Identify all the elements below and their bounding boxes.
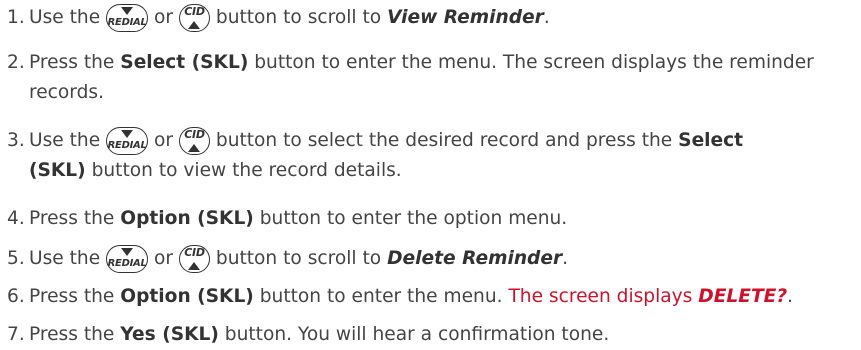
step-text: button to enter the menu. [259,286,503,307]
step-text: Press the [29,324,115,345]
redial-down-button-icon: REDIAL [106,244,149,273]
step-text-continued: records. [29,82,104,103]
step-3: 3. Use the REDIAL or CID button to select… [7,126,857,186]
step-2: 2. Press the Select (SKL) button to enter… [7,48,857,108]
step-text: or [154,7,174,28]
screen-message-delete: DELETE? [698,286,788,307]
step-text: button to enter the option menu. [259,208,568,229]
step-number: 2. [7,52,25,73]
redial-down-button-icon: REDIAL [106,3,149,32]
step-number: 6. [7,286,25,307]
step-text: Press the [29,52,115,73]
key-name: Select [678,130,744,151]
key-name: Yes (SKL) [120,324,219,345]
step-5: 5. Use the REDIAL or CID button to scroll… [7,244,857,274]
step-number: 3. [7,130,25,151]
redial-down-button-icon: REDIAL [106,126,149,155]
step-4: 4. Press the Option (SKL) button to enter… [7,204,857,234]
key-name: Select (SKL) [120,52,249,73]
step-text: Press the [29,286,115,307]
step-text: button to enter the menu. The screen dis… [254,52,814,73]
step-number: 7. [7,324,25,345]
cid-up-button-icon: CID [178,3,210,32]
menu-item-delete-reminder: Delete Reminder [387,248,563,269]
step-number: 4. [7,208,25,229]
step-6: 6. Press the Option (SKL) button to enter… [7,282,857,312]
step-text: or [154,130,174,151]
step-text: Use the [29,248,101,269]
step-1: 1. Use the REDIAL or CID button to scroll… [7,3,857,33]
redial-label: REDIAL [107,16,147,28]
step-number: 5. [7,248,25,269]
key-name: Option (SKL) [120,286,254,307]
cid-label: CID [184,127,205,141]
step-text: button. You will hear a confirmation ton… [224,324,610,345]
cid-up-button-icon: CID [178,244,210,273]
step-text: button to scroll to [215,7,382,28]
cid-label: CID [184,4,205,18]
step-7: 7. Press the Yes (SKL) button. You will h… [7,320,857,350]
step-text-continued: button to view the record details. [91,160,402,181]
cid-up-button-icon: CID [178,126,210,155]
redial-label: REDIAL [107,257,147,269]
screen-display-note: The screen displays [508,286,693,307]
step-text: Press the [29,208,115,229]
key-name-continued: (SKL) [29,160,86,181]
key-name: Option (SKL) [120,208,254,229]
step-text: button to scroll to [215,248,382,269]
step-text: Use the [29,130,101,151]
step-text: Use the [29,7,101,28]
step-number: 1. [7,7,25,28]
step-text: button to select the desired record and … [215,130,673,151]
menu-item-view-reminder: View Reminder [387,7,544,28]
redial-label: REDIAL [107,139,147,151]
cid-label: CID [184,245,205,259]
step-text: or [154,248,174,269]
